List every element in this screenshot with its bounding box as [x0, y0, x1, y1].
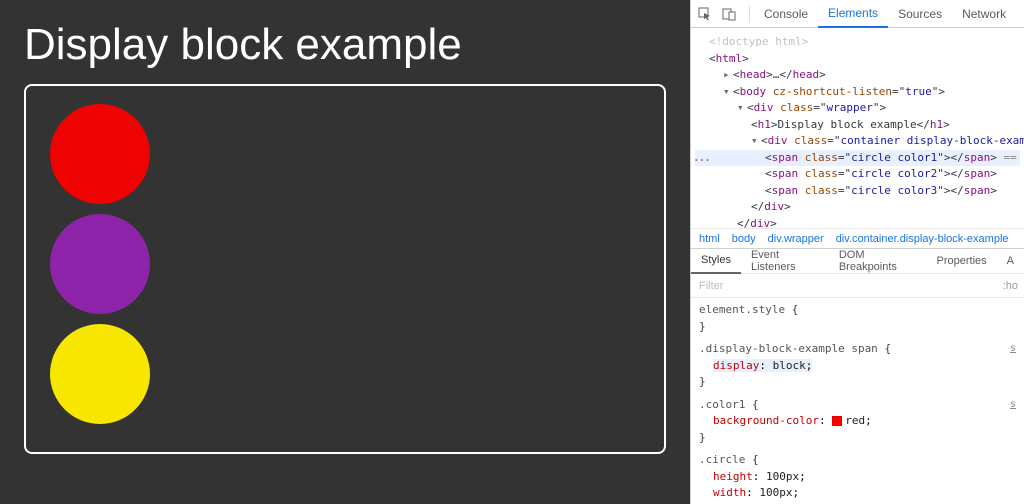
breadcrumb-wrapper[interactable]: div.wrapper — [768, 233, 824, 245]
breadcrumb-body[interactable]: body — [732, 233, 756, 245]
styles-pane[interactable]: element.style { } s .display-block-examp… — [691, 298, 1024, 504]
tree-span2[interactable]: <span class="circle color2"></span> — [695, 166, 1020, 183]
filter-input[interactable] — [691, 280, 997, 292]
tree-container-close[interactable]: </div> — [695, 199, 1020, 216]
circle-red — [50, 104, 150, 204]
rule-element-style[interactable]: element.style { } — [699, 302, 1016, 335]
tab-properties[interactable]: Properties — [927, 248, 997, 274]
tree-span3[interactable]: <span class="circle color3"></span> — [695, 183, 1020, 200]
tab-sources[interactable]: Sources — [888, 0, 952, 28]
toolbar-divider — [749, 6, 750, 22]
hov-toggle[interactable]: :ho — [997, 280, 1024, 292]
tree-doctype[interactable]: <!doctype html> — [695, 34, 1020, 51]
circle-yellow — [50, 324, 150, 424]
tree-wrapper-open[interactable]: ▾<div class="wrapper"> — [695, 100, 1020, 117]
devtools-toolbar: Console Elements Sources Network — [691, 0, 1024, 28]
inspect-icon[interactable] — [697, 6, 713, 22]
device-icon[interactable] — [721, 6, 737, 22]
tree-body-open[interactable]: ▾<body cz-shortcut-listen="true"> — [695, 84, 1020, 101]
tab-network[interactable]: Network — [952, 0, 1016, 28]
devtools-panel: Console Elements Sources Network <!docty… — [690, 0, 1024, 504]
elements-tree[interactable]: <!doctype html> <html> ▸<head>…</head> ▾… — [691, 28, 1024, 228]
rule-display-block[interactable]: s .display-block-example span { display:… — [699, 341, 1016, 391]
breadcrumb-container[interactable]: div.container.display-block-example — [836, 233, 1009, 245]
tree-span1-selected[interactable]: <span class="circle color1"></span> == $… — [695, 150, 1020, 167]
styles-tabs: Styles Event Listeners DOM Breakpoints P… — [691, 248, 1024, 274]
tab-styles[interactable]: Styles — [691, 248, 741, 274]
page-title: Display block example — [24, 20, 666, 70]
filter-row: :ho — [691, 274, 1024, 298]
breadcrumb-html[interactable]: html — [699, 233, 720, 245]
source-link[interactable]: s — [1010, 341, 1016, 356]
tab-elements[interactable]: Elements — [818, 0, 888, 28]
rule-color1[interactable]: s .color1 { background-color: red; } — [699, 397, 1016, 447]
tab-event-listeners[interactable]: Event Listeners — [741, 248, 829, 274]
container-box — [24, 84, 666, 454]
breadcrumb: html body div.wrapper div.container.disp… — [691, 228, 1024, 248]
tree-html-open[interactable]: <html> — [695, 51, 1020, 68]
rule-circle[interactable]: .circle { height: 100px; width: 100px; b… — [699, 452, 1016, 504]
source-link[interactable]: s — [1010, 397, 1016, 412]
rendered-page: Display block example — [0, 0, 690, 504]
tree-head[interactable]: ▸<head>…</head> — [695, 67, 1020, 84]
color-swatch-icon[interactable] — [832, 416, 842, 426]
tree-container-open[interactable]: ▾<div class="container display-block-exa… — [695, 133, 1020, 150]
tab-accessibility[interactable]: A — [997, 248, 1024, 274]
tree-h1[interactable]: <h1>Display block example</h1> — [695, 117, 1020, 134]
tab-console[interactable]: Console — [754, 0, 818, 28]
tree-wrapper-close[interactable]: </div> — [695, 216, 1020, 229]
tab-dom-breakpoints[interactable]: DOM Breakpoints — [829, 248, 927, 274]
circle-purple — [50, 214, 150, 314]
